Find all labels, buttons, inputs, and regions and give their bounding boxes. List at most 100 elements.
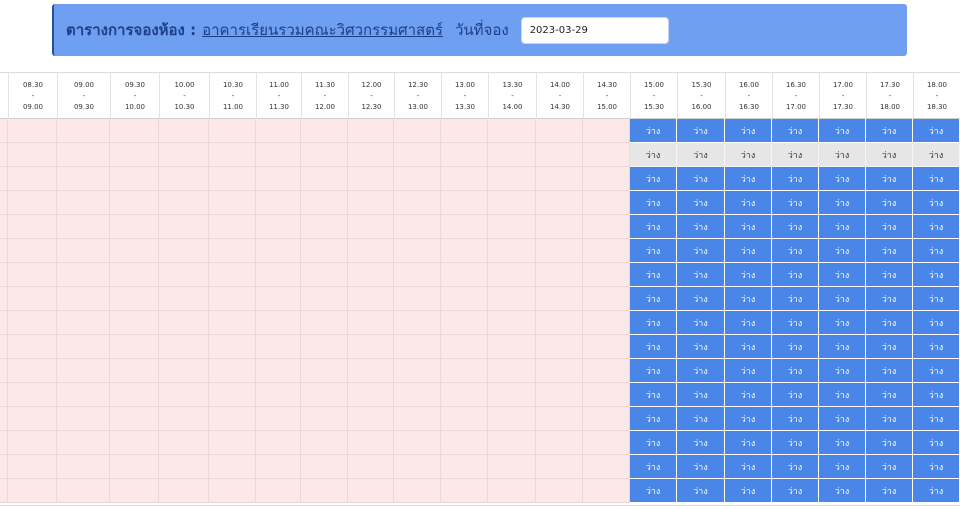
available-slot-button[interactable]: ว่าง	[819, 479, 866, 503]
available-slot-button[interactable]: ว่าง	[913, 119, 960, 143]
available-slot-button[interactable]: ว่าง	[913, 359, 960, 383]
available-slot-button[interactable]: ว่าง	[725, 335, 772, 359]
available-slot-button[interactable]: ว่าง	[819, 167, 866, 191]
available-slot-button[interactable]: ว่าง	[913, 311, 960, 335]
available-slot-button[interactable]: ว่าง	[677, 431, 725, 455]
available-slot-button[interactable]: ว่าง	[772, 167, 819, 191]
available-slot-button[interactable]: ว่าง	[725, 215, 772, 239]
available-slot-button[interactable]: ว่าง	[630, 431, 677, 455]
available-slot-button[interactable]: ว่าง	[677, 167, 725, 191]
available-slot-button[interactable]: ว่าง	[725, 239, 772, 263]
available-slot-button[interactable]: ว่าง	[677, 239, 725, 263]
available-slot-button[interactable]: ว่าง	[866, 359, 913, 383]
available-slot-button[interactable]: ว่าง	[772, 311, 819, 335]
available-slot-button[interactable]: ว่าง	[866, 335, 913, 359]
available-slot-button[interactable]: ว่าง	[630, 479, 677, 503]
available-slot-button[interactable]: ว่าง	[913, 407, 960, 431]
available-slot-button[interactable]: ว่าง	[772, 239, 819, 263]
available-slot-button[interactable]: ว่าง	[677, 287, 725, 311]
available-slot-button[interactable]: ว่าง	[772, 215, 819, 239]
available-slot-button[interactable]: ว่าง	[630, 383, 677, 407]
available-slot-button[interactable]: ว่าง	[630, 287, 677, 311]
available-slot-button[interactable]: ว่าง	[819, 359, 866, 383]
available-slot-button[interactable]: ว่าง	[913, 191, 960, 215]
available-slot-button[interactable]: ว่าง	[913, 455, 960, 479]
available-slot-button[interactable]: ว่าง	[819, 383, 866, 407]
available-slot-button[interactable]: ว่าง	[725, 311, 772, 335]
available-slot-button[interactable]: ว่าง	[725, 191, 772, 215]
available-slot-button[interactable]: ว่าง	[677, 359, 725, 383]
available-slot-button[interactable]: ว่าง	[677, 335, 725, 359]
available-slot-button[interactable]: ว่าง	[677, 263, 725, 287]
available-slot-button[interactable]: ว่าง	[866, 239, 913, 263]
available-slot-button[interactable]: ว่าง	[819, 455, 866, 479]
available-slot-button[interactable]: ว่าง	[725, 407, 772, 431]
available-slot-button[interactable]: ว่าง	[866, 191, 913, 215]
available-slot-button[interactable]: ว่าง	[913, 287, 960, 311]
available-slot-button[interactable]: ว่าง	[630, 215, 677, 239]
available-slot-button[interactable]: ว่าง	[677, 479, 725, 503]
available-slot-button[interactable]: ว่าง	[819, 311, 866, 335]
available-slot-button[interactable]: ว่าง	[866, 263, 913, 287]
available-slot-button[interactable]: ว่าง	[772, 383, 819, 407]
available-slot-button[interactable]: ว่าง	[725, 359, 772, 383]
available-slot-button[interactable]: ว่าง	[630, 239, 677, 263]
available-slot-button[interactable]: ว่าง	[772, 431, 819, 455]
available-slot-button[interactable]: ว่าง	[866, 311, 913, 335]
available-slot-button[interactable]: ว่าง	[630, 263, 677, 287]
available-slot-button[interactable]: ว่าง	[725, 287, 772, 311]
available-slot-button[interactable]: ว่าง	[677, 383, 725, 407]
available-slot-button[interactable]: ว่าง	[725, 119, 772, 143]
available-slot-button[interactable]: ว่าง	[772, 407, 819, 431]
available-slot-button[interactable]: ว่าง	[677, 407, 725, 431]
available-slot-button[interactable]: ว่าง	[819, 215, 866, 239]
available-slot-button[interactable]: ว่าง	[630, 311, 677, 335]
available-slot-button[interactable]: ว่าง	[725, 383, 772, 407]
available-slot-button[interactable]: ว่าง	[819, 407, 866, 431]
available-slot-button[interactable]: ว่าง	[772, 191, 819, 215]
available-slot-button[interactable]: ว่าง	[630, 335, 677, 359]
available-slot-button[interactable]: ว่าง	[819, 191, 866, 215]
available-slot-button[interactable]: ว่าง	[913, 335, 960, 359]
available-slot-button[interactable]: ว่าง	[772, 287, 819, 311]
available-slot-button[interactable]: ว่าง	[630, 119, 677, 143]
available-slot-button[interactable]: ว่าง	[677, 119, 725, 143]
available-slot-button[interactable]: ว่าง	[866, 407, 913, 431]
available-slot-button[interactable]: ว่าง	[819, 119, 866, 143]
available-slot-button[interactable]: ว่าง	[725, 431, 772, 455]
available-slot-button[interactable]: ว่าง	[772, 335, 819, 359]
available-slot-button[interactable]: ว่าง	[913, 431, 960, 455]
building-link[interactable]: อาคารเรียนรวมคณะวิศวกรรมศาสตร์	[202, 18, 443, 42]
available-slot-button[interactable]: ว่าง	[772, 263, 819, 287]
available-slot-button[interactable]: ว่าง	[630, 407, 677, 431]
available-slot-button[interactable]: ว่าง	[819, 335, 866, 359]
available-slot-button[interactable]: ว่าง	[772, 359, 819, 383]
available-slot-button[interactable]: ว่าง	[819, 239, 866, 263]
available-slot-button[interactable]: ว่าง	[913, 479, 960, 503]
available-slot-button[interactable]: ว่าง	[772, 455, 819, 479]
available-slot-button[interactable]: ว่าง	[866, 383, 913, 407]
available-slot-button[interactable]: ว่าง	[725, 263, 772, 287]
available-slot-button[interactable]: ว่าง	[913, 263, 960, 287]
available-slot-button[interactable]: ว่าง	[677, 191, 725, 215]
available-slot-button[interactable]: ว่าง	[866, 215, 913, 239]
available-slot-button[interactable]: ว่าง	[677, 455, 725, 479]
available-slot-button[interactable]: ว่าง	[866, 455, 913, 479]
available-slot-button[interactable]: ว่าง	[819, 431, 866, 455]
available-slot-button[interactable]: ว่าง	[630, 359, 677, 383]
available-slot-button[interactable]: ว่าง	[630, 191, 677, 215]
available-slot-button[interactable]: ว่าง	[725, 455, 772, 479]
available-slot-button[interactable]: ว่าง	[772, 479, 819, 503]
available-slot-button[interactable]: ว่าง	[819, 263, 866, 287]
available-slot-button[interactable]: ว่าง	[913, 215, 960, 239]
available-slot-button[interactable]: ว่าง	[866, 479, 913, 503]
available-slot-button[interactable]: ว่าง	[630, 167, 677, 191]
available-slot-button[interactable]: ว่าง	[630, 455, 677, 479]
available-slot-button[interactable]: ว่าง	[725, 479, 772, 503]
available-slot-button[interactable]: ว่าง	[677, 215, 725, 239]
available-slot-button[interactable]: ว่าง	[677, 311, 725, 335]
available-slot-button[interactable]: ว่าง	[866, 167, 913, 191]
available-slot-button[interactable]: ว่าง	[913, 239, 960, 263]
available-slot-button[interactable]: ว่าง	[819, 287, 866, 311]
available-slot-button[interactable]: ว่าง	[913, 167, 960, 191]
